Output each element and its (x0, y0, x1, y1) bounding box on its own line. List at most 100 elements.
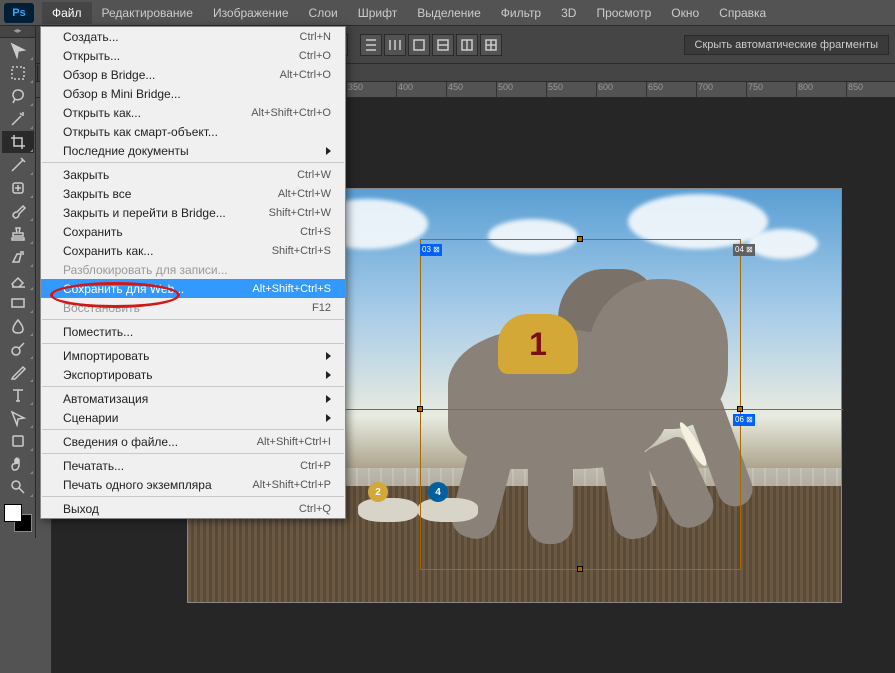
menu-separator (42, 162, 344, 163)
hand-icon (9, 455, 27, 473)
menu-item[interactable]: Печать одного экземпляраAlt+Shift+Ctrl+P (41, 475, 345, 494)
tool-history[interactable] (2, 246, 34, 268)
tool-wand[interactable] (2, 108, 34, 130)
menu-separator (42, 496, 344, 497)
menu-item-label: Обзор в Mini Bridge... (63, 87, 331, 101)
menu-separator (42, 386, 344, 387)
menu-item-shortcut: Ctrl+N (300, 31, 331, 43)
fg-color[interactable] (4, 504, 22, 522)
menu-item[interactable]: Сценарии (41, 408, 345, 427)
menu-изображение[interactable]: Изображение (203, 2, 299, 24)
menu-separator (42, 429, 344, 430)
tool-blur[interactable] (2, 315, 34, 337)
zoom-icon (9, 478, 27, 496)
slice-marker[interactable]: 04 ⊠ (733, 244, 755, 256)
menu-item[interactable]: Обзор в Mini Bridge... (41, 84, 345, 103)
menu-файл[interactable]: Файл (42, 2, 92, 24)
tool-type[interactable] (2, 384, 34, 406)
shape-icon (9, 432, 27, 450)
menu-3d[interactable]: 3D (551, 2, 586, 24)
menu-item[interactable]: Сохранить как...Shift+Ctrl+S (41, 241, 345, 260)
menu-слои[interactable]: Слои (299, 2, 348, 24)
tool-crop[interactable] (2, 131, 34, 153)
menu-item[interactable]: ЗакрытьCtrl+W (41, 165, 345, 184)
menu-item[interactable]: Открыть как...Alt+Shift+Ctrl+O (41, 103, 345, 122)
slice-marker[interactable]: 03 ⊠ (420, 244, 442, 256)
menu-справка[interactable]: Справка (709, 2, 776, 24)
tool-stamp[interactable] (2, 223, 34, 245)
menu-item[interactable]: Импортировать (41, 346, 345, 365)
menu-item[interactable]: Сведения о файле...Alt+Shift+Ctrl+I (41, 432, 345, 451)
menu-item-label: Сведения о файле... (63, 435, 257, 449)
menu-item-shortcut: Shift+Ctrl+S (272, 245, 331, 257)
menu-item[interactable]: Открыть как смарт-объект... (41, 122, 345, 141)
menu-separator (42, 319, 344, 320)
opt-group-dist (360, 34, 502, 56)
menu-item-label: Сохранить (63, 225, 300, 239)
hide-auto-slices-button[interactable]: Скрыть автоматические фрагменты (684, 35, 889, 55)
opt-btn[interactable] (456, 34, 478, 56)
menu-редактирование[interactable]: Редактирование (92, 2, 203, 24)
saddle-number: 1 (498, 314, 578, 374)
tool-gradient[interactable] (2, 292, 34, 314)
menu-item[interactable]: Последние документы (41, 141, 345, 160)
tool-path[interactable] (2, 407, 34, 429)
menu-item[interactable]: Создать...Ctrl+N (41, 27, 345, 46)
menu-item-label: Разблокировать для записи... (63, 263, 331, 277)
menu-item[interactable]: Экспортировать (41, 365, 345, 384)
tool-zoom[interactable] (2, 476, 34, 498)
pen-icon (9, 363, 27, 381)
menu-item-label: Создать... (63, 30, 300, 44)
tool-eyedrop[interactable] (2, 154, 34, 176)
menu-item[interactable]: Закрыть всеAlt+Ctrl+W (41, 184, 345, 203)
menu-item-label: Закрыть и перейти в Bridge... (63, 206, 269, 220)
tool-lasso[interactable] (2, 85, 34, 107)
menu-item[interactable]: Закрыть и перейти в Bridge...Shift+Ctrl+… (41, 203, 345, 222)
opt-btn[interactable] (480, 34, 502, 56)
menu-item[interactable]: Печатать...Ctrl+P (41, 456, 345, 475)
menu-item[interactable]: ВыходCtrl+Q (41, 499, 345, 518)
gradient-icon (9, 294, 27, 312)
menu-item-label: Сохранить как... (63, 244, 272, 258)
tool-dodge[interactable] (2, 338, 34, 360)
menu-фильтр[interactable]: Фильтр (491, 2, 551, 24)
type-icon (9, 386, 27, 404)
brush-icon (9, 202, 27, 220)
menu-item-shortcut: Ctrl+Q (299, 503, 331, 515)
tool-marquee[interactable] (2, 62, 34, 84)
toolbox-collapse[interactable]: ◂▸ (0, 26, 35, 38)
menu-item[interactable]: Обзор в Bridge...Alt+Ctrl+O (41, 65, 345, 84)
opt-btn[interactable] (408, 34, 430, 56)
menu-item[interactable]: Открыть...Ctrl+O (41, 46, 345, 65)
menu-item-label: Открыть как смарт-объект... (63, 125, 331, 139)
menu-выделение[interactable]: Выделение (407, 2, 491, 24)
menu-item-shortcut: Shift+Ctrl+W (269, 207, 331, 219)
opt-btn[interactable] (360, 34, 382, 56)
menu-item[interactable]: Автоматизация (41, 389, 345, 408)
menu-item[interactable]: Поместить... (41, 322, 345, 341)
menu-item-label: Закрыть (63, 168, 297, 182)
menu-item[interactable]: Сохранить для Web...Alt+Shift+Ctrl+S (41, 279, 345, 298)
menu-просмотр[interactable]: Просмотр (586, 2, 661, 24)
submenu-arrow-icon (326, 352, 331, 360)
tool-heal[interactable] (2, 177, 34, 199)
slice-marker[interactable]: 06 ⊠ (733, 414, 755, 426)
tool-shape[interactable] (2, 430, 34, 452)
menu-item[interactable]: СохранитьCtrl+S (41, 222, 345, 241)
menu-item-label: Печать одного экземпляра (63, 478, 252, 492)
tool-hand[interactable] (2, 453, 34, 475)
opt-btn[interactable] (384, 34, 406, 56)
color-swatch[interactable] (4, 504, 32, 532)
tool-pen[interactable] (2, 361, 34, 383)
menu-шрифт[interactable]: Шрифт (348, 2, 407, 24)
tool-move[interactable] (2, 39, 34, 61)
tool-brush[interactable] (2, 200, 34, 222)
menu-separator (42, 453, 344, 454)
menu-окно[interactable]: Окно (661, 2, 709, 24)
toolbox: ◂▸ (0, 26, 36, 538)
tool-eraser[interactable] (2, 269, 34, 291)
opt-btn[interactable] (432, 34, 454, 56)
menu-item-shortcut: F12 (312, 302, 331, 314)
marquee-icon (9, 64, 27, 82)
menu-item-shortcut: Ctrl+O (299, 50, 331, 62)
